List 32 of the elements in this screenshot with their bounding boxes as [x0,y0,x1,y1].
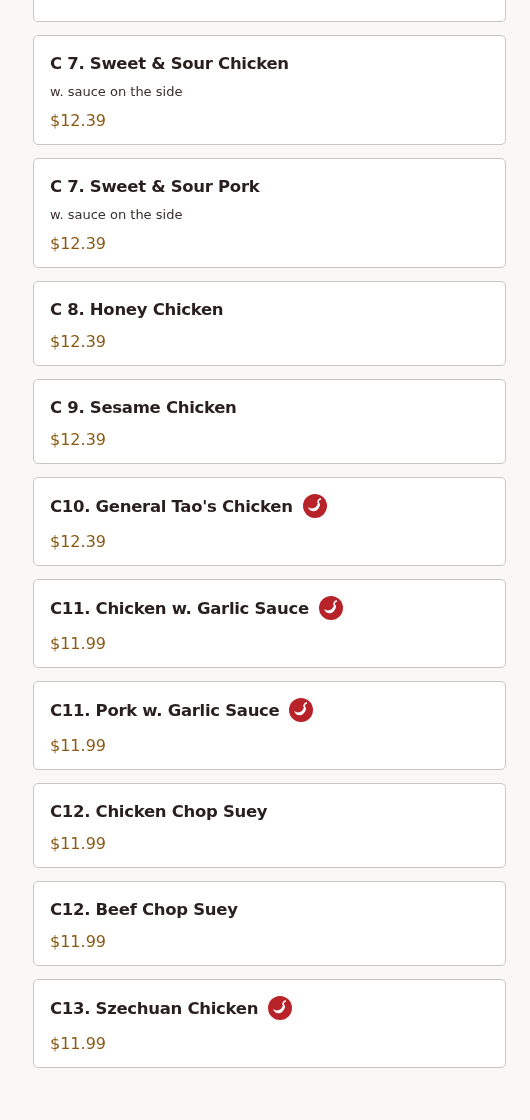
item-name: C12. Chicken Chop Suey [50,801,268,821]
menu-item-card[interactable]: C13. Szechuan Chicken $11.99 [33,979,506,1068]
item-price: $12.39 [50,430,107,449]
item-name: C 9. Sesame Chicken [50,397,237,417]
menu-item-card[interactable]: C 7. Sweet & Sour Chicken w. sauce on the side $12.39 [33,35,506,145]
item-name: C10. General Tao's Chicken [50,496,293,516]
item-price: $11.99 [50,834,107,853]
item-price: $11.99 [50,634,107,653]
menu-item-card[interactable]: C 7. Sweet & Sour Pork w. sauce on the side $12.39 [33,158,506,268]
item-price: $12.39 [50,332,107,351]
item-name: C 8. Honey Chicken [50,299,224,319]
item-price: $12.39 [50,111,107,130]
item-price: $11.99 [50,932,107,951]
menu-item-card[interactable]: C 9. Sesame Chicken $12.39 [33,379,506,464]
item-price: $12.39 [50,532,107,551]
menu-item-card[interactable]: C11. Chicken w. Garlic Sauce $11.99 [33,579,506,668]
item-price: $11.99 [50,1034,107,1053]
item-description: w. sauce on the side [50,84,184,99]
menu-item-card[interactable]: C 8. Honey Chicken $12.39 [33,281,506,366]
item-name: C12. Beef Chop Suey [50,899,238,919]
menu-item-card[interactable]: C12. Chicken Chop Suey $11.99 [33,783,506,868]
item-name: C13. Szechuan Chicken [50,998,259,1018]
menu-item-card[interactable]: C11. Pork w. Garlic Sauce $11.99 [33,681,506,770]
menu-item-card[interactable]: C10. General Tao's Chicken $12.39 [33,477,506,566]
item-name: C 7. Sweet & Sour Chicken [50,53,289,73]
item-price: $11.99 [50,736,107,755]
item-price: $12.39 [50,234,107,253]
item-name: C11. Pork w. Garlic Sauce [50,700,280,720]
menu-item-card[interactable]: C12. Beef Chop Suey $11.99 [33,881,506,966]
item-name: C 7. Sweet & Sour Pork [50,176,260,196]
item-name: C11. Chicken w. Garlic Sauce [50,598,309,618]
item-description: w. sauce on the side [50,207,184,222]
